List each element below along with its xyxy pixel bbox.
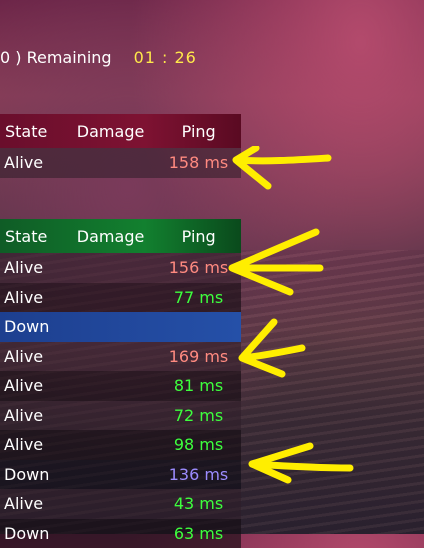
player-ping: 63 ms — [156, 524, 241, 543]
player-state: Alive — [0, 435, 64, 454]
player-ping: 136 ms — [156, 465, 241, 484]
player-state: Down — [0, 524, 64, 543]
player-ping: 72 ms — [156, 406, 241, 425]
player-ping: 43 ms — [156, 494, 241, 513]
player-state: Alive — [0, 288, 64, 307]
player-row[interactable]: Alive 158 ms — [0, 148, 241, 178]
player-state: Down — [0, 317, 64, 336]
timer-value: 01 : 26 — [134, 48, 197, 67]
player-state: Alive — [0, 153, 64, 172]
player-row[interactable]: Alive 169 ms — [0, 342, 241, 372]
header-damage: Damage — [65, 227, 157, 246]
match-timer: 0 ) Remaining 01 : 26 — [0, 44, 197, 70]
timer-label: 0 ) Remaining — [0, 48, 112, 67]
player-row[interactable]: Down 136 ms — [0, 460, 241, 490]
arrow-annotation-icon — [224, 226, 328, 296]
player-state: Alive — [0, 347, 64, 366]
player-state: Down — [0, 465, 64, 484]
arrow-annotation-icon — [226, 146, 336, 192]
player-row[interactable]: Alive 81 ms — [0, 371, 241, 401]
header-ping: Ping — [156, 122, 241, 141]
team-panel-green: State Damage Ping Alive 156 ms Alive 77 … — [0, 219, 241, 548]
player-state: Alive — [0, 376, 64, 395]
panel-header: State Damage Ping — [0, 114, 241, 148]
player-row[interactable]: Down 63 ms — [0, 519, 241, 548]
player-row[interactable]: Alive 77 ms — [0, 283, 241, 313]
player-state: Alive — [0, 494, 64, 513]
player-ping: 169 ms — [156, 347, 241, 366]
player-row-highlighted[interactable]: Down — [0, 312, 241, 342]
header-state: State — [0, 227, 65, 246]
player-ping: 81 ms — [156, 376, 241, 395]
player-row[interactable]: Alive 43 ms — [0, 489, 241, 519]
arrow-annotation-icon — [244, 440, 356, 486]
player-row[interactable]: Alive 98 ms — [0, 430, 241, 460]
player-state: Alive — [0, 406, 64, 425]
team-panel-red: State Damage Ping Alive 158 ms — [0, 114, 241, 178]
arrow-annotation-icon — [234, 318, 308, 380]
player-state: Alive — [0, 258, 64, 277]
header-state: State — [0, 122, 65, 141]
panel-header: State Damage Ping — [0, 219, 241, 253]
player-row[interactable]: Alive 72 ms — [0, 401, 241, 431]
player-row[interactable]: Alive 156 ms — [0, 253, 241, 283]
player-ping: 98 ms — [156, 435, 241, 454]
header-damage: Damage — [65, 122, 157, 141]
